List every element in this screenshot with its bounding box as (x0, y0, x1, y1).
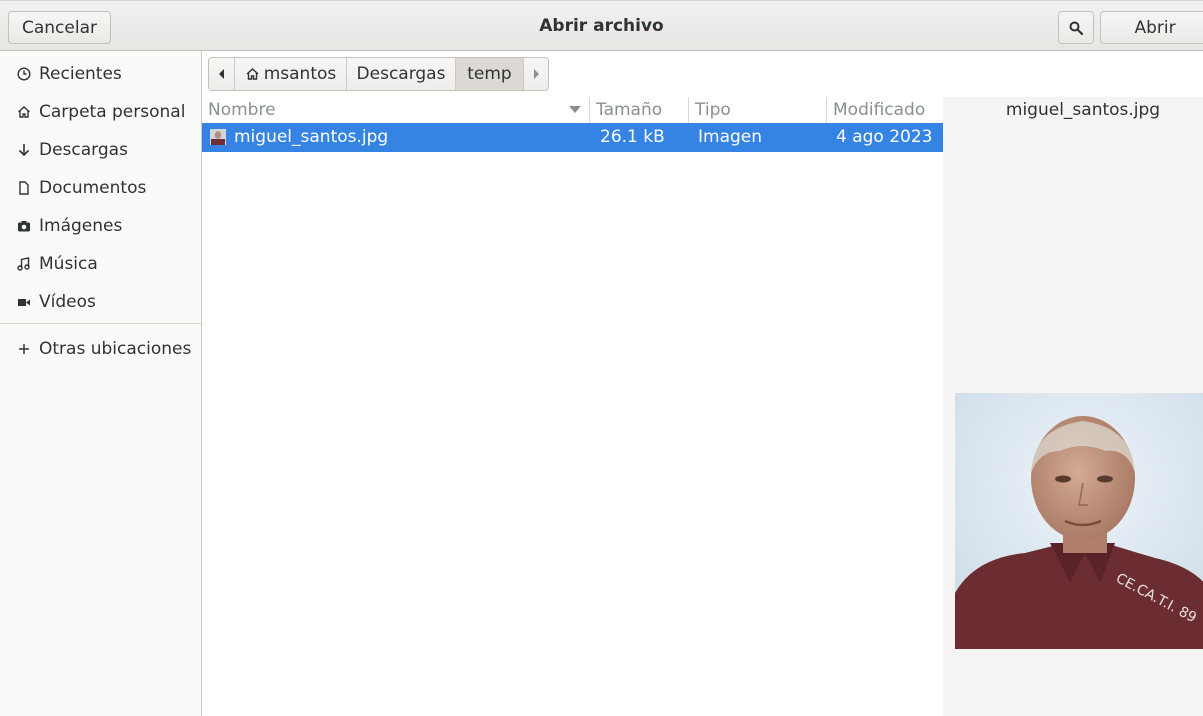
music-note-icon (16, 257, 31, 272)
sidebar-item-label: Imágenes (39, 216, 123, 236)
column-header-name[interactable]: Nombre (202, 97, 590, 123)
column-header-type[interactable]: Tipo (689, 97, 827, 123)
path-forward-button[interactable] (524, 58, 548, 90)
camera-icon (16, 219, 31, 234)
video-camera-icon (16, 295, 31, 310)
sidebar-item-label: Carpeta personal (39, 102, 186, 122)
file-size: 26.1 kB (600, 127, 665, 147)
clock-icon (16, 67, 31, 82)
preview-filename: miguel_santos.jpg (1005, 100, 1161, 120)
file-name: miguel_santos.jpg (234, 127, 389, 147)
path-segment-temp[interactable]: temp (456, 58, 524, 90)
sidebar-item-label: Documentos (39, 178, 147, 198)
image-thumbnail-icon (210, 129, 226, 145)
sidebar-item-imagenes[interactable]: Imágenes (0, 207, 201, 245)
dialog-title: Abrir archivo (539, 16, 664, 36)
sidebar-item-label: Recientes (39, 64, 122, 84)
column-header-label: Modificado (833, 100, 926, 120)
path-segment-descargas[interactable]: Descargas (347, 58, 456, 90)
sidebar-item-descargas[interactable]: Descargas (0, 131, 201, 169)
column-header-modified[interactable]: Modificado (827, 97, 943, 123)
chevron-left-icon (218, 69, 224, 79)
plus-icon (16, 342, 31, 357)
search-button[interactable] (1058, 11, 1094, 44)
path-back-button[interactable] (209, 58, 235, 90)
sidebar-item-recientes[interactable]: Recientes (0, 55, 201, 93)
file-modified: 4 ago 2023 (836, 127, 933, 147)
path-bar: msantos Descargas temp (208, 57, 549, 91)
column-header-label: Tipo (695, 100, 731, 120)
sidebar-separator (0, 323, 201, 324)
home-icon (246, 68, 259, 80)
path-segment-label: msantos (263, 64, 337, 84)
file-row[interactable]: miguel_santos.jpg 26.1 kB Imagen 4 ago 2… (202, 123, 943, 152)
sidebar-item-label: Descargas (39, 140, 128, 160)
header-bar: Cancelar Abrir archivo Abrir (0, 0, 1203, 51)
sidebar-item-musica[interactable]: Música (0, 245, 201, 283)
column-header-label: Nombre (208, 100, 276, 120)
sidebar-item-carpeta-personal[interactable]: Carpeta personal (0, 93, 201, 131)
preview-image: CE.CA.T.I. 89 (955, 393, 1203, 649)
cancel-button[interactable]: Cancelar (8, 11, 111, 44)
path-segment-msantos[interactable]: msantos (235, 58, 347, 90)
chevron-right-icon (534, 69, 539, 79)
download-arrow-icon (16, 143, 31, 158)
sidebar-item-otras-ubicaciones[interactable]: Otras ubicaciones (0, 330, 201, 368)
path-segment-label: temp (467, 64, 512, 84)
document-icon (16, 181, 31, 196)
home-icon (16, 105, 31, 120)
column-header-size[interactable]: Tamaño (590, 97, 689, 123)
file-type: Imagen (698, 127, 763, 147)
open-button[interactable]: Abrir (1100, 11, 1203, 44)
sidebar-item-label: Vídeos (39, 292, 96, 312)
path-segment-label: Descargas (356, 64, 446, 84)
preview-pane: miguel_santos.jpg CE.CA.T.I. 89 (943, 97, 1203, 716)
sidebar-item-videos[interactable]: Vídeos (0, 283, 201, 321)
sidebar-item-label: Otras ubicaciones (39, 339, 192, 359)
sort-descending-icon (569, 106, 581, 113)
column-header-label: Tamaño (596, 100, 663, 120)
sidebar-item-label: Música (39, 254, 98, 274)
places-sidebar: Recientes Carpeta personal Descargas Doc… (0, 51, 202, 716)
search-icon (1069, 21, 1083, 35)
sidebar-item-documentos[interactable]: Documentos (0, 169, 201, 207)
